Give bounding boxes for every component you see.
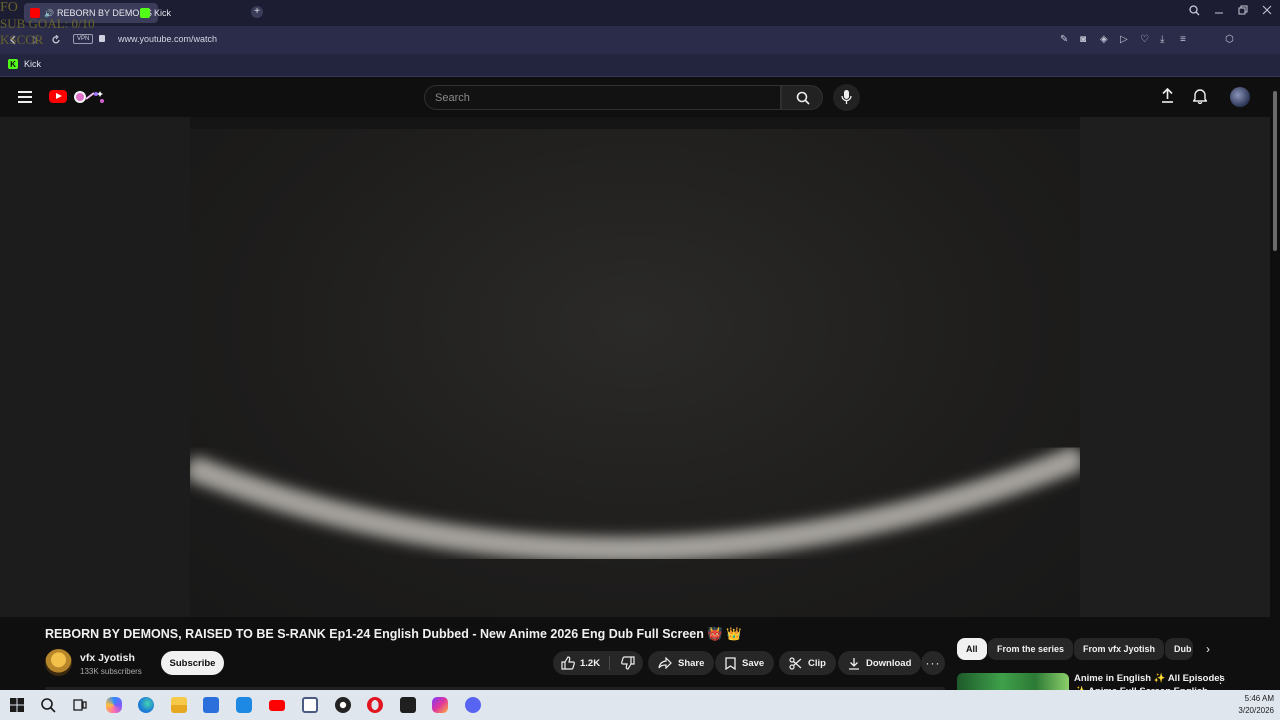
video-title: REBORN BY DEMONS, RAISED TO BE S-RANK Ep… — [45, 627, 742, 641]
tab-label: Kick — [154, 8, 172, 18]
discord-icon[interactable] — [465, 697, 481, 713]
channel-name[interactable]: vfx Jyotish — [80, 652, 135, 664]
like-dislike-group: 1.2K — [553, 651, 643, 675]
screenshot-icon[interactable] — [302, 697, 318, 713]
search-tabs-icon[interactable] — [1189, 5, 1200, 16]
stream-overlay-line-3: KSCOR — [0, 32, 44, 47]
vpn-badge[interactable]: VPN — [73, 34, 94, 44]
save-button[interactable]: Save — [715, 651, 775, 675]
more-actions-button[interactable]: ··· — [921, 651, 945, 675]
url-field[interactable]: www.youtube.com/watch — [118, 34, 217, 44]
subscribe-button[interactable]: Subscribe — [161, 651, 224, 675]
hamburger-menu-icon[interactable] — [18, 91, 32, 106]
tab-kick[interactable]: Kick — [134, 3, 177, 23]
stream-overlay-line-1: FO — [0, 0, 18, 15]
like-button[interactable]: 1.2K — [553, 651, 609, 675]
search-button[interactable] — [781, 85, 823, 110]
opera-icon[interactable] — [367, 697, 383, 713]
copilot-icon[interactable] — [106, 697, 122, 713]
browser-tab-bar: 🔊 REBORN BY DEMONS Kick + — [0, 0, 1280, 26]
shield-icon[interactable]: ◈ — [1100, 34, 1108, 45]
notifications-bell-icon[interactable] — [1193, 88, 1207, 104]
video-player[interactable] — [0, 117, 1270, 617]
youtube-icon[interactable] — [269, 700, 285, 711]
upload-icon[interactable] — [1161, 88, 1174, 104]
page-scrollbar[interactable] — [1270, 77, 1280, 690]
recommended-video-title[interactable]: Anime in English ✨ All Episodes — [1074, 673, 1225, 684]
new-tab-button[interactable]: + — [251, 6, 263, 18]
download-icon[interactable]: ⤓ — [1160, 34, 1164, 45]
heart-icon[interactable]: ♡ — [1140, 34, 1149, 45]
voice-search-button[interactable] — [833, 84, 860, 111]
channel-avatar[interactable] — [45, 649, 72, 676]
microphone-icon — [841, 90, 852, 104]
windows-start-icon[interactable] — [9, 697, 25, 713]
youtube-doodle-icon[interactable] — [72, 89, 106, 105]
video-left-blur — [0, 117, 190, 617]
download-icon — [849, 657, 859, 670]
chips-next-chevron-icon[interactable]: › — [1199, 640, 1217, 658]
search-input[interactable] — [435, 92, 755, 104]
mail-icon[interactable] — [236, 697, 252, 713]
close-icon[interactable] — [1262, 5, 1272, 16]
edit-icon[interactable]: ✎ — [1060, 34, 1068, 45]
menu-icon[interactable]: ≡ — [1180, 34, 1186, 45]
file-explorer-icon[interactable] — [171, 697, 187, 713]
youtube-logo-icon[interactable] — [49, 90, 67, 103]
clock-time: 5:46 AM — [1244, 694, 1274, 703]
terminal-icon[interactable] — [400, 697, 416, 713]
address-bar: VPN www.youtube.com/watch ✎ ◙ ◈ ▷ ♡ ⤓ ≡ … — [0, 26, 1280, 75]
thumbs-down-icon — [621, 656, 635, 670]
camera-icon[interactable]: ◙ — [1080, 34, 1086, 45]
chip-from-vfx-jyotish[interactable]: From vfx Jyotish — [1074, 638, 1165, 660]
task-view-icon[interactable] — [72, 697, 88, 713]
chip-dub[interactable]: Dub — [1165, 638, 1193, 660]
video-right-blur — [1080, 117, 1270, 617]
like-separator — [609, 656, 610, 670]
bookmark-kick[interactable]: K Kick — [8, 59, 41, 69]
reload-icon[interactable] — [51, 35, 61, 45]
bookmark-icon — [725, 656, 736, 670]
restore-icon[interactable] — [1238, 5, 1248, 16]
scissors-icon — [789, 656, 802, 670]
subscriber-count: 133K subscribers — [80, 667, 142, 676]
video-blurred-arc — [190, 444, 1080, 563]
edge-icon[interactable] — [138, 697, 154, 713]
obs-icon[interactable] — [335, 697, 351, 713]
share-button[interactable]: Share — [648, 651, 715, 675]
bookmarks-bar: K Kick — [0, 54, 1280, 77]
play-icon[interactable]: ▷ — [1120, 34, 1128, 45]
clock-date: 3/20/2026 — [1238, 706, 1274, 715]
minimize-icon[interactable] — [1214, 5, 1224, 16]
instagram-icon[interactable] — [432, 697, 448, 713]
like-count: 1.2K — [580, 657, 601, 669]
windows-taskbar — [0, 690, 1280, 720]
kick-icon: K — [8, 59, 18, 69]
download-button[interactable]: Download — [838, 651, 922, 675]
search-icon[interactable] — [40, 697, 56, 713]
kick-favicon-icon — [140, 8, 150, 18]
search-icon — [796, 91, 810, 105]
chip-from-the-series[interactable]: From the series — [988, 638, 1074, 660]
clip-button[interactable]: Clip — [779, 651, 836, 675]
system-clock[interactable]: 5:46 AM 3/20/2026 — [1232, 693, 1274, 717]
recommended-video-menu-icon[interactable]: ⋮ — [1215, 673, 1226, 686]
chip-all[interactable]: All — [957, 638, 987, 660]
stream-overlay-line-2: SUB GOAL: 0/10 — [0, 16, 95, 31]
thumbs-up-icon — [561, 656, 575, 670]
youtube-masthead — [0, 77, 1280, 117]
store-icon[interactable] — [203, 697, 219, 713]
dislike-button[interactable] — [613, 651, 643, 675]
share-icon — [658, 657, 672, 669]
lock-icon[interactable] — [99, 35, 105, 42]
extensions-icon[interactable]: ⬡ — [1225, 34, 1234, 45]
account-avatar[interactable] — [1230, 87, 1250, 107]
scrollbar-thumb[interactable] — [1273, 91, 1277, 251]
search-box — [424, 85, 781, 110]
